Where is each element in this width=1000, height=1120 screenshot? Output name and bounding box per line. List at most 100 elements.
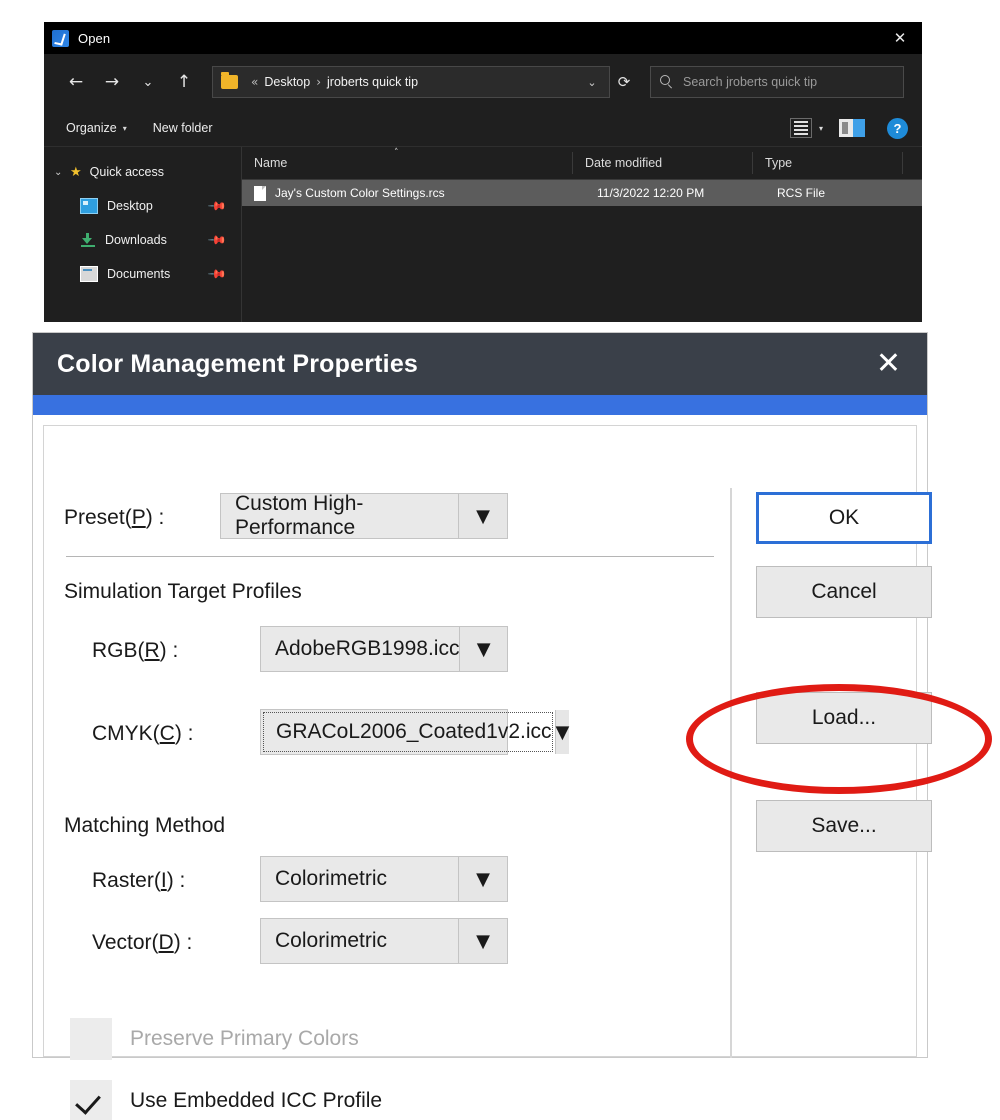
chevron-down-icon[interactable]: ▼ <box>458 494 507 538</box>
open-dialog-title: Open <box>78 30 111 46</box>
raster-matching-dropdown[interactable]: Colorimetric ▼ <box>260 856 508 902</box>
sidebar-item-desktop[interactable]: Desktop 📌 <box>44 189 241 223</box>
save-button[interactable]: Save... <box>756 800 932 852</box>
color-management-properties-dialog: Color Management Properties ✕ Preset( P … <box>32 332 932 1120</box>
ok-button[interactable]: OK <box>756 492 932 544</box>
chevron-down-icon[interactable]: ▼ <box>554 710 570 754</box>
up-icon[interactable]: ↑ <box>166 65 202 99</box>
sidebar-item-quick-access[interactable]: ⌄ ★ Quick access <box>44 155 241 189</box>
pin-icon[interactable]: 📌 <box>207 264 227 284</box>
use-embedded-icc-profile-checkbox-row[interactable]: Use Embedded ICC Profile <box>70 1080 382 1120</box>
sidebar-item-label: Documents <box>107 267 171 281</box>
file-icon <box>254 185 266 201</box>
rgb-profile-dropdown[interactable]: AdobeRGB1998.icc ▼ <box>260 626 508 672</box>
file-name: Jay's Custom Color Settings.rcs <box>275 186 445 200</box>
file-list-header: Name ˄ Date modified Type <box>242 147 922 180</box>
back-icon[interactable]: ← <box>58 65 94 99</box>
preset-label-post: ) : <box>145 506 165 529</box>
new-folder-button[interactable]: New folder <box>153 121 213 135</box>
preserve-primary-colors-checkbox-row[interactable]: Preserve Primary Colors <box>70 1018 359 1060</box>
help-icon[interactable]: ? <box>887 117 908 139</box>
pin-icon[interactable]: 📌 <box>207 230 227 250</box>
column-header-overflow[interactable] <box>902 152 922 174</box>
vector-accelerator: D <box>158 931 174 954</box>
load-button[interactable]: Load... <box>756 692 932 744</box>
page-title: Color Management Properties <box>57 349 419 378</box>
raster-label: Raster( I ) : <box>92 869 185 893</box>
chevron-down-icon[interactable]: ▼ <box>458 919 507 963</box>
sidebar-item-label: Downloads <box>105 233 167 247</box>
file-date-modified: 11/3/2022 12:20 PM <box>597 186 705 200</box>
sidebar-item-label: Quick access <box>89 165 164 179</box>
cancel-button[interactable]: Cancel <box>756 566 932 618</box>
file-type: RCS File <box>777 186 826 200</box>
documents-icon <box>80 266 98 282</box>
close-icon[interactable]: ✕ <box>878 22 922 54</box>
raster-matching-value: Colorimetric <box>275 867 388 890</box>
rgb-accelerator: R <box>144 639 160 662</box>
search-input[interactable]: Search jroberts quick tip <box>683 75 817 89</box>
refresh-icon[interactable]: ⟳ <box>610 73 638 91</box>
new-folder-label: New folder <box>152 121 213 135</box>
desktop-icon <box>80 198 98 214</box>
column-header-type[interactable]: Type <box>752 152 902 174</box>
preset-accelerator: P <box>131 506 146 529</box>
address-bar[interactable]: « Desktop › jroberts quick tip ⌄ <box>212 66 610 98</box>
chevron-down-icon[interactable]: ⌄ <box>579 76 605 89</box>
navigation-sidebar: ⌄ ★ Quick access Desktop 📌 Downloads 📌 D… <box>44 147 242 322</box>
breadcrumb-overflow-icon[interactable]: « <box>251 75 258 89</box>
table-row[interactable]: Jay's Custom Color Settings.rcs 11/3/202… <box>242 180 922 206</box>
rgb-label: RGB( R ) : <box>92 639 178 663</box>
pin-icon[interactable]: 📌 <box>207 196 227 216</box>
chevron-down-icon[interactable]: ▼ <box>459 627 507 671</box>
cmyk-accelerator: C <box>159 722 175 745</box>
chevron-down-icon: ▾ <box>122 123 127 133</box>
sidebar-item-downloads[interactable]: Downloads 📌 <box>44 223 241 257</box>
use-embedded-icc-profile-checkbox[interactable] <box>70 1080 112 1120</box>
column-header-type-label: Type <box>765 156 793 170</box>
cm-titlebar: Color Management Properties ✕ <box>33 333 927 395</box>
organize-button[interactable]: Organize ▾ <box>66 121 127 135</box>
vector-matching-value: Colorimetric <box>275 929 388 952</box>
section-divider <box>66 556 714 557</box>
preserve-primary-colors-checkbox[interactable] <box>70 1018 112 1060</box>
open-file-dialog: Open ✕ ← → ⌄ ↑ « Desktop › jroberts quic… <box>44 22 922 322</box>
rgb-label-pre: RGB( <box>92 639 145 662</box>
chevron-down-icon[interactable]: ▾ <box>819 124 823 133</box>
column-header-date-modified[interactable]: Date modified <box>572 152 752 174</box>
chevron-down-icon[interactable]: ⌄ <box>54 167 70 178</box>
close-icon[interactable]: ✕ <box>876 349 901 379</box>
column-header-name-label: Name <box>254 156 288 170</box>
cmyk-label-post: ) : <box>174 722 194 745</box>
preview-pane-icon[interactable] <box>839 119 865 137</box>
rgb-profile-value: AdobeRGB1998.icc <box>275 637 460 660</box>
vector-label-pre: Vector( <box>92 931 159 954</box>
sidebar-item-documents[interactable]: Documents 📌 <box>44 257 241 291</box>
open-dialog-command-bar: Organize ▾ New folder ▾ ? <box>44 110 922 147</box>
column-header-name[interactable]: Name ˄ <box>242 148 572 174</box>
view-layout-icon[interactable] <box>789 118 812 138</box>
raster-label-pre: Raster( <box>92 869 161 892</box>
app-icon <box>52 29 69 47</box>
breadcrumb-separator-icon: › <box>316 75 322 89</box>
ok-button-label: OK <box>828 506 860 529</box>
forward-icon[interactable]: → <box>94 65 130 99</box>
breadcrumb-desktop[interactable]: Desktop <box>264 75 310 89</box>
cm-content-panel: Preset( P ) : Custom High-Performance ▼ … <box>43 425 932 1120</box>
button-column-divider <box>730 488 732 1058</box>
use-embedded-icc-profile-label: Use Embedded ICC Profile <box>130 1089 383 1112</box>
column-header-date-label: Date modified <box>585 156 663 170</box>
preset-dropdown[interactable]: Custom High-Performance ▼ <box>220 492 508 539</box>
breadcrumb-current-folder[interactable]: jroberts quick tip <box>327 75 418 89</box>
preset-value: Custom High-Performance <box>235 492 364 539</box>
recent-locations-icon[interactable]: ⌄ <box>130 65 166 99</box>
accent-bar <box>33 395 927 415</box>
vector-matching-dropdown[interactable]: Colorimetric ▼ <box>260 918 508 964</box>
cmyk-label-pre: CMYK( <box>92 722 160 745</box>
cmyk-profile-dropdown[interactable]: GRACoL2006_Coated1v2.icc ▼ <box>260 709 570 755</box>
chevron-down-icon[interactable]: ▼ <box>458 857 507 901</box>
search-box[interactable]: Search jroberts quick tip <box>650 66 904 98</box>
open-dialog-body: ⌄ ★ Quick access Desktop 📌 Downloads 📌 D… <box>44 147 922 322</box>
file-list: Name ˄ Date modified Type Jay's Custom C… <box>242 147 922 322</box>
vector-label: Vector( D ) : <box>92 931 192 955</box>
